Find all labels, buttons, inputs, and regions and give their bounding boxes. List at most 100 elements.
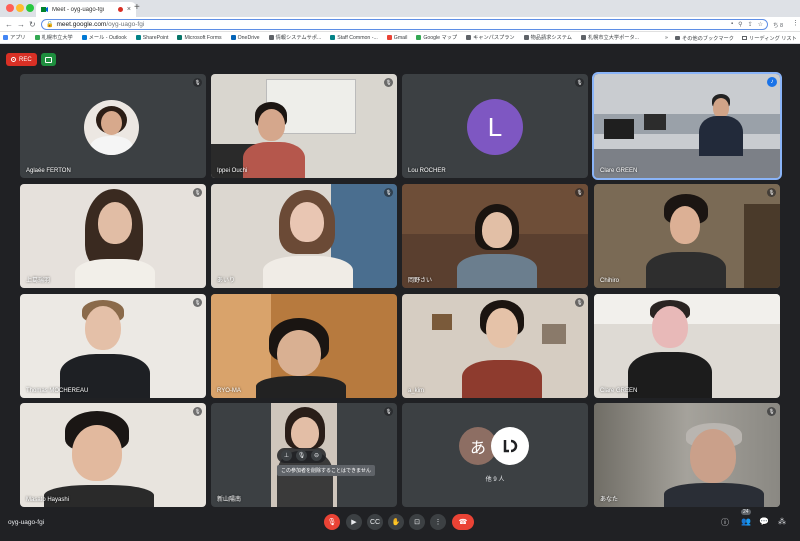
bookmark-item[interactable]: SharePoint bbox=[135, 34, 169, 41]
recording-button[interactable]: REC bbox=[6, 53, 37, 66]
camera-in-use-icon[interactable]: ▪ bbox=[731, 21, 733, 28]
participant-tile[interactable]: 🎙 岡野さい bbox=[402, 184, 588, 288]
reading-list[interactable]: リーディング リスト bbox=[742, 32, 797, 44]
activities-icon[interactable]: ⁂ bbox=[778, 517, 786, 526]
mic-off-icon: 🎙 bbox=[767, 188, 776, 197]
bookmark-favicon-icon bbox=[466, 35, 472, 40]
participant-name: Aglaée FERTON bbox=[26, 168, 71, 174]
more-options-button[interactable]: ⋮ bbox=[430, 514, 446, 530]
others-tile[interactable]: あ 他 9 人 bbox=[402, 403, 588, 507]
participant-name: Lou ROCHER bbox=[408, 168, 446, 174]
present-button[interactable]: ⊡ bbox=[409, 514, 425, 530]
bookmark-item[interactable]: 物品請求システム bbox=[523, 34, 572, 41]
new-tab-button[interactable]: + bbox=[134, 3, 140, 13]
bookmark-item[interactable]: Google マップ bbox=[416, 34, 457, 41]
bookmark-label: SharePoint bbox=[142, 34, 169, 41]
remove-participant-icon[interactable]: ⊖ bbox=[311, 450, 322, 461]
browser-tab-strip: Meet - oyg-uago-fgi × + bbox=[0, 0, 800, 17]
bookmark-item[interactable]: メール - Outlook bbox=[81, 34, 127, 41]
participant-tile[interactable]: 🎙 あいり bbox=[211, 184, 397, 288]
participant-name: 新山陽南 bbox=[217, 497, 242, 503]
more-menu-icon[interactable]: ⋮ bbox=[792, 19, 799, 27]
window-minimize-button[interactable] bbox=[16, 4, 24, 12]
camera-icon: ▶ bbox=[351, 519, 357, 526]
participant-name: Chihiro bbox=[600, 278, 620, 284]
participant-name: a_kim bbox=[408, 388, 425, 394]
bookmark-item[interactable]: Gmail bbox=[386, 35, 407, 41]
others-count: 他 9 人 bbox=[485, 477, 505, 483]
logo-icon bbox=[503, 439, 518, 453]
bookmark-favicon-icon bbox=[580, 35, 586, 40]
self-tile[interactable]: 🎙 あなた bbox=[594, 403, 780, 507]
bookmark-item[interactable]: Microsoft Forms bbox=[177, 34, 222, 41]
participant-tile[interactable]: 🎙 Chihiro bbox=[594, 184, 780, 288]
bookmark-favicon-icon bbox=[81, 35, 87, 40]
window-zoom-button[interactable] bbox=[26, 4, 34, 12]
bookmark-label: メール - Outlook bbox=[88, 35, 127, 41]
mute-participant-icon[interactable]: 🎙 bbox=[296, 450, 307, 461]
browser-tab-meet[interactable]: Meet - oyg-uago-fgi × bbox=[36, 2, 136, 17]
bookmark-star-icon[interactable]: ☆ bbox=[758, 21, 763, 28]
people-icon[interactable]: 👥 bbox=[741, 517, 751, 526]
mic-off-icon: 🎙 bbox=[193, 188, 202, 197]
address-bar[interactable]: 🔒 meet.google.com/oyg-uago-fgi ▪ ⚲ ⇪ ☆ bbox=[41, 19, 768, 30]
bookmark-item[interactable]: 札幌市立大学 bbox=[34, 34, 73, 41]
participant-name: 岡野さい bbox=[408, 278, 433, 284]
tab-title: Meet - oyg-uago-fgi bbox=[52, 6, 105, 13]
back-icon[interactable]: ← bbox=[5, 19, 13, 30]
participant-tile[interactable]: 🎙 Thomas MOCHEREAU bbox=[20, 294, 206, 398]
captions-icon: CC bbox=[369, 518, 381, 526]
participant-tile[interactable]: ♪ Clare GREEN bbox=[592, 72, 782, 180]
bookmark-label: キャンパスプラン bbox=[473, 35, 515, 41]
participant-tile[interactable]: 🎙 上葛瑞羽 bbox=[20, 184, 206, 288]
participant-tile[interactable]: ⊥ 🎙 ⊖ この参加者を削除することはできません 🎙 新山陽南 bbox=[211, 403, 397, 507]
participant-tile[interactable]: 🎙 Ippei Ouchi bbox=[211, 74, 397, 178]
participant-tile[interactable]: RYO-MA bbox=[211, 294, 397, 398]
whiteboard-button[interactable] bbox=[41, 53, 56, 66]
bookmark-label: Microsoft Forms bbox=[184, 34, 222, 41]
bookmark-label: Google マップ bbox=[423, 35, 458, 41]
reload-icon[interactable]: ↻ bbox=[29, 19, 36, 30]
bookmark-item[interactable]: キャンパスプラン bbox=[466, 34, 515, 41]
raise-hand-button[interactable]: ✋ bbox=[388, 514, 404, 530]
other-bookmarks[interactable]: その他のブックマーク bbox=[675, 32, 734, 44]
bookmark-favicon-icon bbox=[177, 35, 183, 40]
bookmark-item[interactable]: OneDrive bbox=[230, 34, 260, 41]
forward-icon[interactable]: → bbox=[17, 19, 25, 30]
tab-close-button[interactable]: × bbox=[127, 6, 131, 13]
participant-tile[interactable]: L 🎙 Lou ROCHER bbox=[402, 74, 588, 178]
bookmark-favicon-icon bbox=[135, 35, 141, 40]
bookmark-favicon-icon bbox=[230, 35, 236, 40]
window-close-button[interactable] bbox=[6, 4, 14, 12]
leave-call-button[interactable]: ☎ bbox=[452, 514, 474, 530]
bookmark-item[interactable]: アプリ bbox=[3, 34, 26, 41]
bookmark-label: Staff Common -... bbox=[337, 34, 378, 41]
camera-toggle-button[interactable]: ▶ bbox=[346, 514, 362, 530]
key-icon[interactable]: ⚲ bbox=[738, 21, 742, 28]
bookmark-label: OneDrive bbox=[237, 34, 260, 41]
participant-tile[interactable]: 🎙 Aglaée FERTON bbox=[20, 74, 206, 178]
participant-name: Clare GREEN bbox=[600, 168, 638, 174]
participant-tile[interactable]: 🎙 a_kim bbox=[402, 294, 588, 398]
recording-label: REC bbox=[19, 56, 32, 63]
captions-button[interactable]: CC bbox=[367, 514, 383, 530]
microphone-toggle-button[interactable]: 🎙 bbox=[324, 514, 340, 530]
participant-name: Thomas MOCHEREAU bbox=[26, 388, 89, 394]
participant-tile[interactable]: Clare GREEN bbox=[594, 294, 780, 398]
whiteboard-icon bbox=[45, 56, 52, 63]
bookmarks-overflow[interactable]: » bbox=[665, 32, 668, 44]
meeting-info-icon[interactable]: ⓘ bbox=[721, 517, 729, 528]
participant-tile[interactable]: 🎙 Masato Hayashi bbox=[20, 403, 206, 507]
participant-avatar bbox=[84, 100, 139, 155]
bookmark-label: 札幌市立大学ポータ... bbox=[587, 35, 639, 41]
bookmark-item[interactable]: 情報システムサポ... bbox=[268, 34, 321, 41]
bookmark-item[interactable]: Staff Common -... bbox=[330, 35, 378, 41]
pin-icon[interactable]: ⊥ bbox=[281, 450, 292, 461]
bookmark-item[interactable]: 札幌市立大学ポータ... bbox=[580, 34, 639, 41]
chat-icon[interactable]: 💬 bbox=[759, 517, 769, 526]
participant-avatar: L bbox=[467, 99, 523, 155]
bookmark-label: アプリ bbox=[10, 35, 26, 41]
profile-indicator[interactable]: ち 8 bbox=[773, 21, 783, 29]
share-icon[interactable]: ⇪ bbox=[748, 21, 753, 28]
bookmark-label: 物品請求システム bbox=[530, 35, 572, 41]
